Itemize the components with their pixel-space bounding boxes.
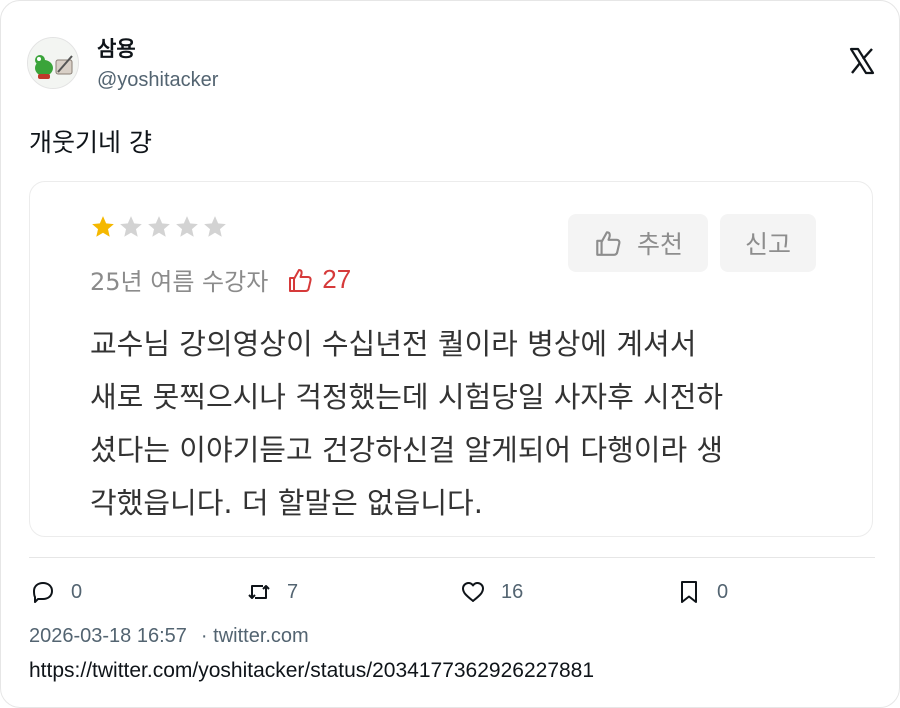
tweet-card: 삼용 @yoshitacker 개웃기네 걍 25년 여름 수강자 27 추천 xyxy=(0,0,900,708)
review-body: 교수님 강의영상이 수십년전 퀄이라 병상에 계셔서 새로 못찍으시나 걱정했는… xyxy=(90,318,820,530)
star-empty-icon xyxy=(148,216,170,237)
like-count: 16 xyxy=(501,580,524,603)
heart-icon xyxy=(462,582,484,602)
bookmark-count: 0 xyxy=(717,580,729,603)
tweet-text: 개웃기네 걍 xyxy=(29,128,152,157)
report-label: 신고 xyxy=(744,230,791,259)
review-term: 25년 여름 수강자 xyxy=(90,268,269,296)
tweet-meta: 2026-03-18 16:57 · twitter.com xyxy=(29,625,309,648)
tweet-url[interactable]: https://twitter.com/yoshitacker/status/2… xyxy=(29,659,594,683)
reply-count: 0 xyxy=(71,580,83,603)
thumbs-up-icon xyxy=(596,231,621,256)
review-line: 셨다는 이야기듣고 건강하신걸 알게되어 다행이라 생 xyxy=(90,433,724,467)
recommend-label: 추천 xyxy=(636,230,683,259)
like-button[interactable]: 16 xyxy=(459,578,523,606)
review-line: 교수님 강의영상이 수십년전 퀄이라 병상에 계셔서 xyxy=(90,327,697,361)
review-likes: 27 xyxy=(286,264,351,295)
reply-button[interactable]: 0 xyxy=(29,578,82,606)
review-likes-count: 27 xyxy=(322,264,352,294)
recommend-button[interactable]: 추천 xyxy=(568,214,708,272)
retweet-icon xyxy=(248,585,270,599)
avatar-image xyxy=(28,38,78,88)
author-name[interactable]: 삼용 xyxy=(97,33,136,63)
bookmark-button[interactable]: 0 xyxy=(675,578,728,606)
timestamp[interactable]: 2026-03-18 16:57 xyxy=(29,625,187,648)
star-empty-icon xyxy=(204,216,226,237)
author-handle[interactable]: @yoshitacker xyxy=(97,69,218,92)
reply-icon xyxy=(33,582,53,603)
review-card[interactable]: 25년 여름 수강자 27 추천 신고 교수님 강의영상이 수십년전 퀄이라 병… xyxy=(29,181,873,537)
review-line: 새로 못찍으시나 걱정했는데 시험당일 사자후 시전하 xyxy=(90,380,724,414)
thumbs-up-icon xyxy=(289,268,312,292)
retweet-count: 7 xyxy=(287,580,299,603)
x-logo-icon[interactable] xyxy=(849,47,875,75)
retweet-button[interactable]: 7 xyxy=(245,578,298,606)
avatar[interactable] xyxy=(27,37,79,89)
source[interactable]: · twitter.com xyxy=(201,625,309,648)
divider xyxy=(29,557,875,558)
review-line: 각했읍니다. 더 할말은 없읍니다. xyxy=(90,486,483,520)
bookmark-icon xyxy=(681,581,697,603)
star-empty-icon xyxy=(120,216,142,237)
review-meta: 25년 여름 수강자 27 xyxy=(90,262,351,297)
star-rating xyxy=(90,214,228,240)
star-empty-icon xyxy=(176,216,198,237)
star-filled-icon xyxy=(92,216,114,237)
report-button[interactable]: 신고 xyxy=(720,214,816,272)
